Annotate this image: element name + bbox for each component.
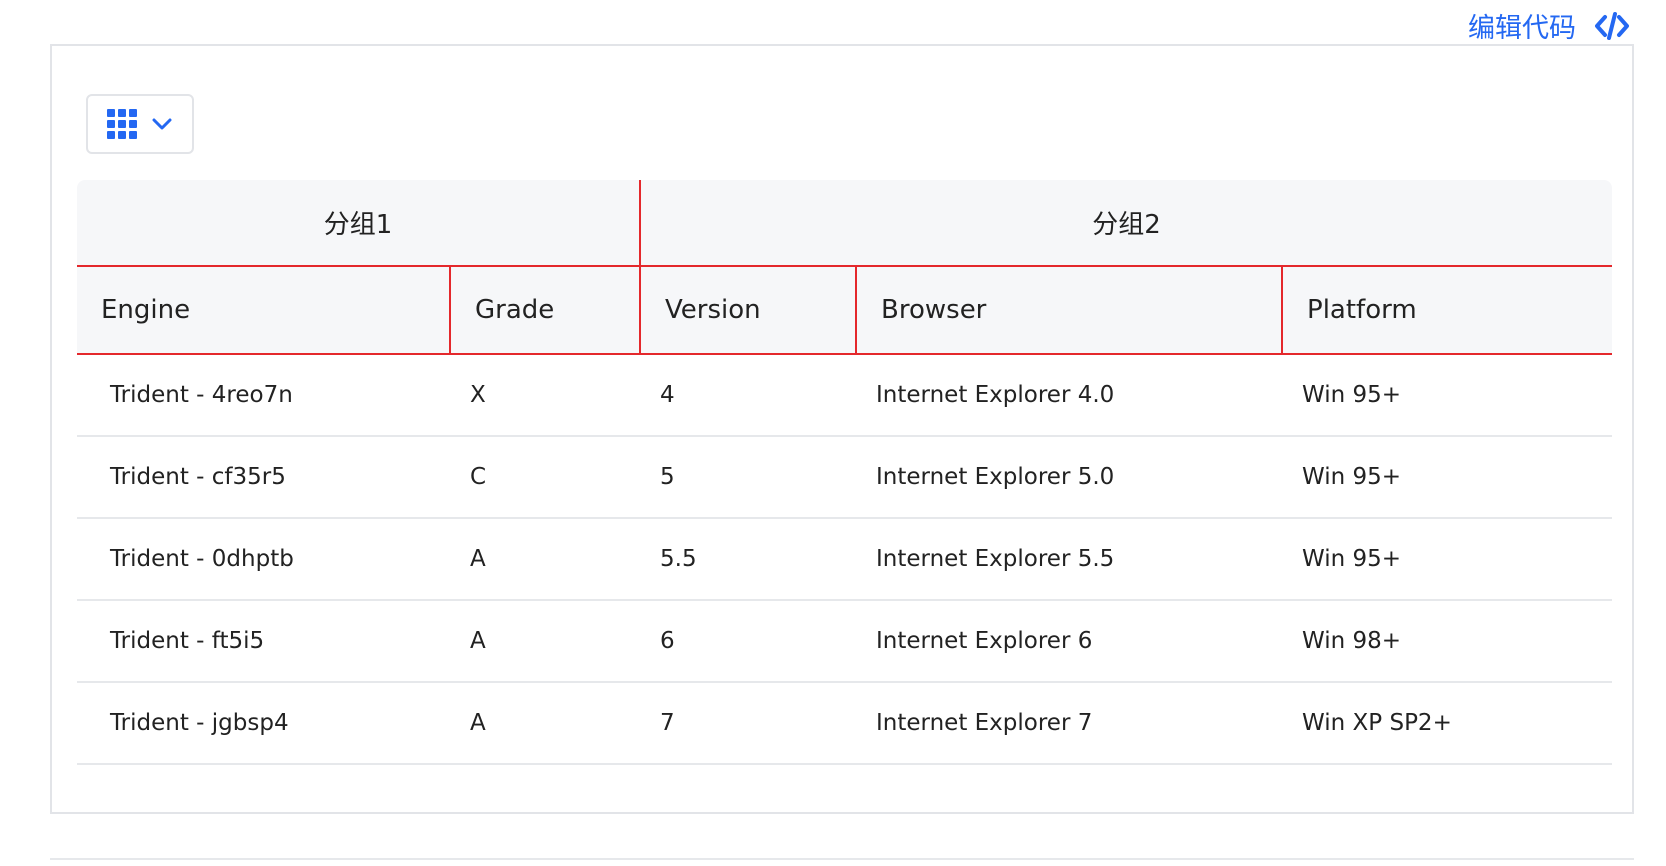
cell-browser: Internet Explorer 7 bbox=[856, 682, 1283, 765]
table-row[interactable]: Trident - ft5i5 A 6 Internet Explorer 6 … bbox=[77, 600, 1613, 683]
cell-engine: Trident - jgbsp4 bbox=[77, 682, 450, 765]
cell-engine: Trident - 0dhptb bbox=[77, 518, 450, 601]
table-row[interactable]: Trident - 0dhptb A 5.5 Internet Explorer… bbox=[77, 518, 1613, 601]
cell-platform: Win 95+ bbox=[1282, 436, 1613, 519]
cell-platform: Win 95+ bbox=[1282, 518, 1613, 601]
edit-code-label: 编辑代码 bbox=[1468, 13, 1576, 44]
cell-engine: Trident - cf35r5 bbox=[77, 436, 450, 519]
column-header-grade[interactable]: Grade bbox=[450, 266, 642, 355]
cell-browser: Internet Explorer 6 bbox=[856, 600, 1283, 683]
bottom-divider bbox=[50, 858, 1634, 860]
header-group-1: 分组1 bbox=[77, 180, 642, 267]
cell-version: 5.5 bbox=[640, 518, 857, 601]
cell-grade: A bbox=[450, 518, 641, 601]
cell-platform: Win 98+ bbox=[1282, 600, 1613, 683]
data-table: 分组1 分组2 Engine Grade Version Browser Pla… bbox=[77, 180, 1613, 765]
cell-browser: Internet Explorer 4.0 bbox=[856, 354, 1283, 437]
cell-browser: Internet Explorer 5.5 bbox=[856, 518, 1283, 601]
cell-engine: Trident - 4reo7n bbox=[77, 354, 450, 437]
cell-version: 5 bbox=[640, 436, 857, 519]
cell-grade: C bbox=[450, 436, 641, 519]
cell-platform: Win 95+ bbox=[1282, 354, 1613, 437]
cell-engine: Trident - ft5i5 bbox=[77, 600, 450, 683]
column-header-browser[interactable]: Browser bbox=[856, 266, 1284, 355]
header-group-2: 分组2 bbox=[640, 180, 1613, 267]
column-header-version[interactable]: Version bbox=[640, 266, 858, 355]
column-header-engine[interactable]: Engine bbox=[77, 266, 451, 355]
column-toggle-button[interactable] bbox=[86, 94, 194, 154]
edit-code-link[interactable]: 编辑代码 bbox=[1468, 6, 1630, 45]
cell-platform: Win XP SP2+ bbox=[1282, 682, 1613, 765]
header-group-row: 分组1 分组2 bbox=[77, 180, 1613, 267]
data-table-wrapper: 分组1 分组2 Engine Grade Version Browser Pla… bbox=[77, 180, 1613, 765]
column-header-platform[interactable]: Platform bbox=[1282, 266, 1613, 355]
cell-grade: A bbox=[450, 682, 641, 765]
cell-grade: X bbox=[450, 354, 641, 437]
table-row[interactable]: Trident - 4reo7n X 4 Internet Explorer 4… bbox=[77, 354, 1613, 437]
cell-version: 6 bbox=[640, 600, 857, 683]
table-row[interactable]: Trident - jgbsp4 A 7 Internet Explorer 7… bbox=[77, 682, 1613, 765]
chevron-down-icon bbox=[152, 118, 172, 130]
code-icon bbox=[1595, 11, 1629, 40]
table-panel: 分组1 分组2 Engine Grade Version Browser Pla… bbox=[50, 44, 1634, 814]
grid-icon bbox=[107, 109, 137, 139]
cell-version: 4 bbox=[640, 354, 857, 437]
cell-version: 7 bbox=[640, 682, 857, 765]
cell-browser: Internet Explorer 5.0 bbox=[856, 436, 1283, 519]
header-column-row: Engine Grade Version Browser Platform bbox=[77, 266, 1613, 355]
cell-grade: A bbox=[450, 600, 641, 683]
table-row[interactable]: Trident - cf35r5 C 5 Internet Explorer 5… bbox=[77, 436, 1613, 519]
